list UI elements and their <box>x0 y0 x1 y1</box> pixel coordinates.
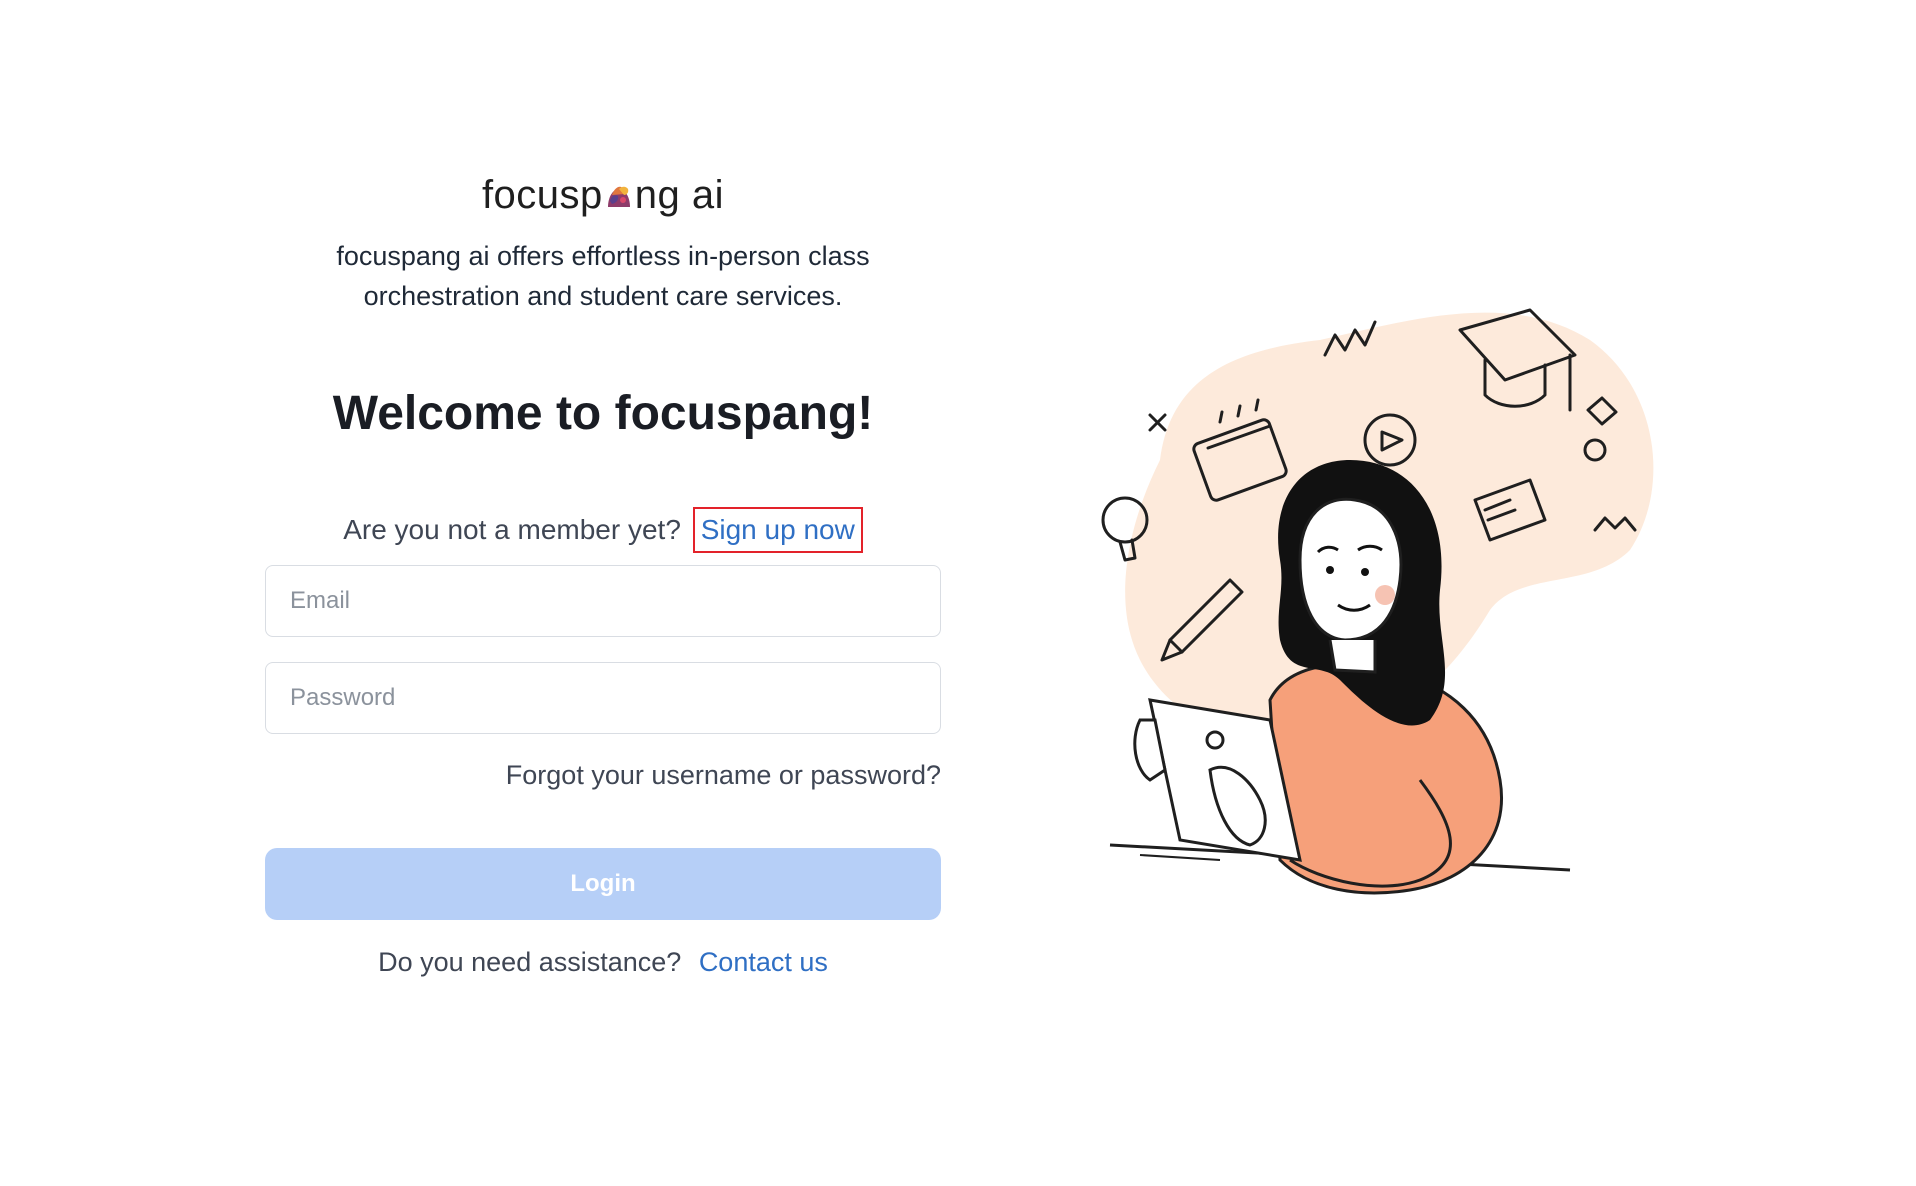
brand-mark-icon <box>607 186 630 207</box>
password-input[interactable] <box>265 662 941 734</box>
assistance-row: Do you need assistance? Contact us <box>265 944 941 980</box>
forgot-credentials-link[interactable]: Forgot your username or password? <box>265 758 941 792</box>
signup-row: Are you not a member yet? Sign up now <box>265 507 941 553</box>
brand-tagline: focuspang ai offers effortless in-person… <box>336 241 870 311</box>
signup-prompt: Are you not a member yet? <box>343 514 681 545</box>
brand-name-left: focusp <box>481 173 603 217</box>
login-page: focusp ng ai focuspang ai offers effortl… <box>0 0 1916 1186</box>
login-panel: focusp ng ai focuspang ai offers effortl… <box>265 170 941 980</box>
student-tablet-illustration <box>1101 308 1654 895</box>
brand-logo: focusp ng ai <box>265 170 941 220</box>
welcome-title: Welcome to focuspang! <box>332 387 874 440</box>
login-button[interactable]: Login <box>265 848 941 920</box>
contact-us-link[interactable]: Contact us <box>699 947 828 977</box>
brand-name-right: ng ai <box>634 173 725 217</box>
assistance-prompt: Do you need assistance? <box>378 947 682 977</box>
email-input[interactable] <box>265 565 941 637</box>
signup-link[interactable]: Sign up now <box>692 507 863 553</box>
